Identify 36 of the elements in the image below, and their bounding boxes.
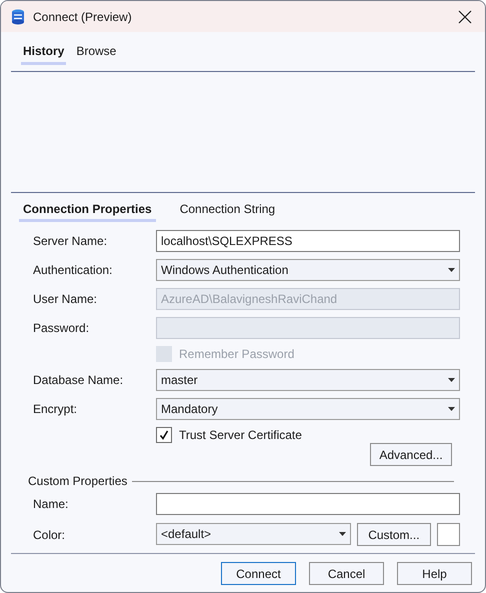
close-icon[interactable] [457, 8, 473, 24]
dropdown[interactable]: <default> [156, 523, 351, 545]
dropdown-caret-icon [448, 407, 455, 411]
tab[interactable]: Connection String [174, 199, 280, 222]
dropdown-caret-icon [448, 268, 455, 272]
dropdown-caret-icon [448, 378, 455, 382]
section-title: Custom Properties [28, 474, 128, 488]
advanced-button[interactable]: Advanced... [370, 443, 452, 466]
dropdown-caret-icon [338, 532, 346, 536]
checkmark-icon [159, 430, 169, 440]
dropdown[interactable]: Mandatory [156, 398, 460, 420]
text-field[interactable]: localhost\SQLEXPRESS [156, 230, 460, 252]
tab[interactable]: Connection Properties [19, 199, 156, 222]
window-title: Connect (Preview) [33, 10, 133, 24]
field-label: Name: [33, 497, 70, 511]
field-label: User Name: [33, 292, 98, 306]
app-icon [11, 8, 25, 24]
field-label: Server Name: [33, 234, 108, 248]
field-label: Color: [33, 528, 66, 542]
dialog-button[interactable]: Help [397, 562, 472, 585]
color-swatch[interactable] [437, 523, 460, 546]
custom-button[interactable]: Custom... [356, 523, 432, 546]
dropdown[interactable]: Windows Authentication [156, 259, 460, 281]
checkbox-label: Trust Server Certificate [179, 428, 302, 442]
checkbox[interactable] [156, 427, 172, 443]
dropdown[interactable]: master [156, 369, 460, 391]
field-label: Password: [33, 321, 90, 335]
text-field[interactable] [156, 493, 460, 515]
tab[interactable]: History [21, 38, 66, 65]
dialog-button[interactable]: Cancel [309, 562, 384, 585]
dialog-button[interactable]: Connect [221, 562, 296, 585]
field-label: Authentication: [33, 263, 114, 277]
field-label: Encrypt: [33, 402, 78, 416]
tab[interactable]: Browse [74, 38, 118, 65]
field-label: Database Name: [33, 373, 124, 387]
checkbox-label: Remember Password [179, 347, 294, 361]
